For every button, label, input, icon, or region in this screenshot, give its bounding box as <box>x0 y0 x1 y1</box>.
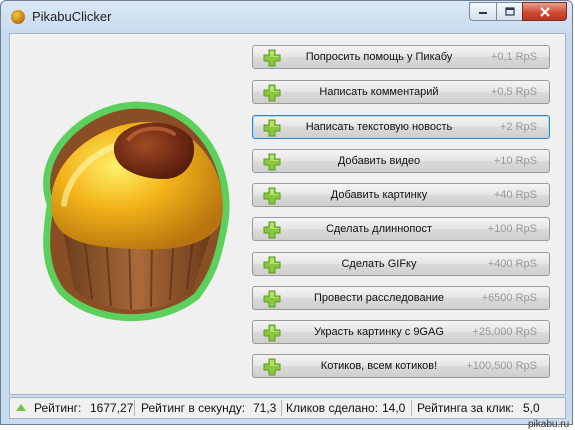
plus-icon <box>263 358 281 376</box>
rps-value: 71,3 <box>253 401 277 415</box>
client-area: Попросить помощь у Пикабу +0,1 RpS Напис… <box>9 33 566 395</box>
plus-icon <box>263 221 281 239</box>
plus-icon <box>263 153 281 171</box>
per-click-value: 5,0 <box>523 401 540 415</box>
clicks-value: 14,0 <box>382 401 406 415</box>
status-separator <box>411 400 412 416</box>
plus-icon <box>263 290 281 308</box>
close-icon <box>539 6 550 17</box>
status-arrow-icon <box>16 404 26 411</box>
upgrade-button-2[interactable]: Написать комментарий +0,5 RpS <box>252 80 550 104</box>
upgrade-button-5[interactable]: Добавить картинку +40 RpS <box>252 183 550 207</box>
upgrade-button-1[interactable]: Попросить помощь у Пикабу +0,1 RpS <box>252 45 550 69</box>
upgrade-label: Украсть картинку с 9GAG <box>314 326 444 338</box>
plus-icon <box>263 256 281 274</box>
title-bar[interactable]: PikabuClicker <box>1 1 572 33</box>
rating-value: 1677,27 <box>90 401 134 415</box>
upgrade-rate: +100,500 RpS <box>466 360 537 372</box>
upgrade-label: Котиков, всем котиков! <box>320 360 438 372</box>
upgrade-rate: +0,5 RpS <box>490 86 537 98</box>
upgrade-label: Написать текстовую новость <box>305 121 453 133</box>
upgrade-label: Сделать GIFку <box>341 258 417 270</box>
status-separator <box>134 400 135 416</box>
cupcake-app-icon <box>11 10 25 24</box>
status-separator <box>281 400 282 416</box>
plus-icon <box>263 324 281 342</box>
rps-label: Рейтинг в секунду: <box>141 401 246 415</box>
app-window: PikabuClicker Попросить помощь у Пикабу … <box>0 0 573 425</box>
plus-icon <box>263 187 281 205</box>
upgrade-label: Попросить помощь у Пикабу <box>305 51 453 63</box>
upgrade-rate: +6500 RpS <box>481 292 537 304</box>
cupcake-clicker[interactable] <box>24 84 244 324</box>
upgrade-button-6[interactable]: Сделать длиннопост +100 RpS <box>252 217 550 241</box>
upgrade-button-8[interactable]: Провести расследование +6500 RpS <box>252 286 550 310</box>
caption-buttons <box>469 2 567 21</box>
close-button[interactable] <box>522 2 567 21</box>
maximize-button[interactable] <box>496 2 522 21</box>
plus-icon <box>263 84 281 102</box>
upgrade-label: Сделать длиннопост <box>325 223 433 235</box>
minimize-icon <box>479 11 487 14</box>
upgrade-rate: +25,000 RpS <box>472 326 537 338</box>
rating-label: Рейтинг: <box>34 401 82 415</box>
minimize-button[interactable] <box>469 2 496 21</box>
upgrade-button-4[interactable]: Добавить видео +10 RpS <box>252 149 550 173</box>
upgrade-button-7[interactable]: Сделать GIFку +400 RpS <box>252 252 550 276</box>
window-title: PikabuClicker <box>32 9 112 24</box>
upgrade-button-9[interactable]: Украсть картинку с 9GAG +25,000 RpS <box>252 320 550 344</box>
upgrade-label: Написать комментарий <box>319 86 439 98</box>
upgrade-rate: +2 RpS <box>500 121 537 133</box>
watermark: pikabu.ru <box>528 419 570 430</box>
upgrade-button-3[interactable]: Написать текстовую новость +2 RpS <box>252 115 550 139</box>
upgrade-rate: +10 RpS <box>493 155 537 167</box>
clicks-label: Кликов сделано: <box>286 401 379 415</box>
upgrade-label: Добавить видео <box>337 155 421 167</box>
upgrade-rate: +100 RpS <box>487 223 537 235</box>
maximize-icon <box>504 7 515 16</box>
upgrade-label: Добавить картинку <box>330 189 428 201</box>
upgrade-label: Провести расследование <box>314 292 444 304</box>
upgrade-rate: +400 RpS <box>487 258 537 270</box>
upgrade-button-10[interactable]: Котиков, всем котиков! +100,500 RpS <box>252 354 550 378</box>
plus-icon <box>263 119 281 137</box>
upgrade-rate: +40 RpS <box>493 189 537 201</box>
status-bar: Рейтинг: 1677,27 Рейтинг в секунду: 71,3… <box>9 397 566 419</box>
plus-icon <box>263 49 281 67</box>
cupcake-icon <box>43 101 230 322</box>
upgrade-rate: +0,1 RpS <box>490 51 537 63</box>
per-click-label: Рейтинга за клик: <box>417 401 514 415</box>
